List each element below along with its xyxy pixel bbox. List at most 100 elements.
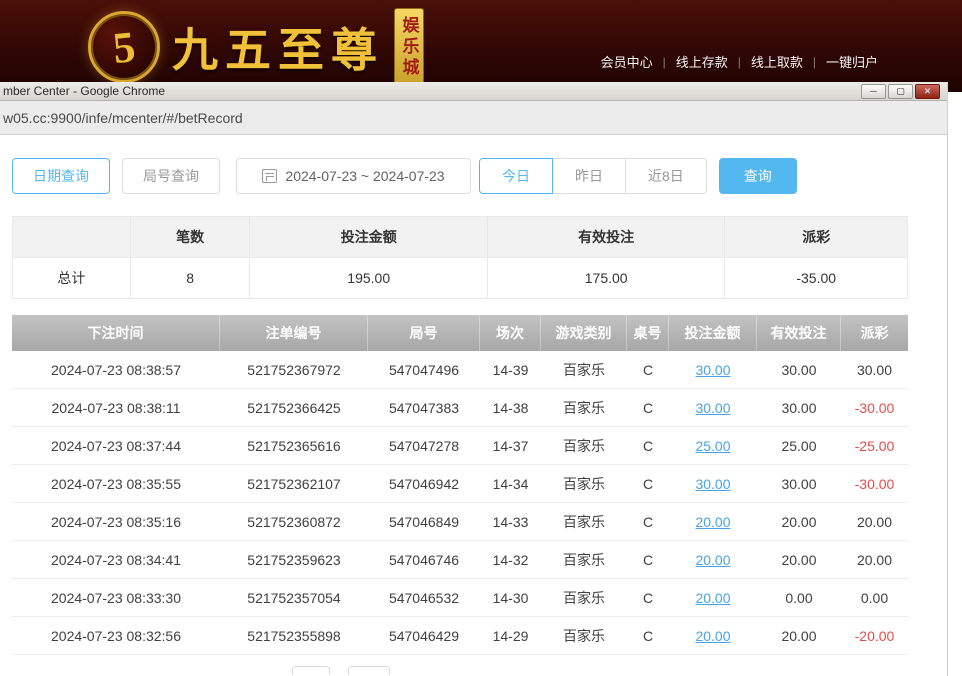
bet-amount-link[interactable]: 20.00 [695,628,730,644]
round-query-button[interactable]: 局号查询 [122,158,220,194]
game-type: 百家乐 [541,351,627,388]
valid-bet: 30.00 [757,351,841,388]
screen: 5 九五至尊 娱乐城 会员中心 | 线上存款 | 线上取款 | 一键归户 mbe… [0,0,962,676]
header-session: 场次 [480,315,541,351]
window-titlebar: mber Center - Google Chrome ─ ▢ ✕ [0,82,947,101]
bet-amount-cell: 25.00 [669,427,757,464]
bet-amount-cell: 20.00 [669,503,757,540]
valid-bet: 30.00 [757,465,841,502]
payout: -20.00 [841,617,908,654]
summary-header-row: 笔数 投注金额 有效投注 派彩 [13,217,907,258]
pagination-button[interactable] [348,666,390,675]
bet-amount-link[interactable]: 30.00 [695,362,730,378]
table-row: 2024-07-23 08:38:57 521752367972 5470474… [12,351,908,389]
bet-record-table: 下注时间 注单编号 局号 场次 游戏类别 桌号 投注金额 有效投注 派彩 202… [12,315,908,655]
round-number: 547046942 [368,465,480,502]
game-type: 百家乐 [541,427,627,464]
summary-header-blank [13,217,131,258]
payout: 20.00 [841,541,908,578]
payout: 30.00 [841,351,908,388]
table-row: 2024-07-23 08:33:30 521752357054 5470465… [12,579,908,617]
minimize-icon[interactable]: ─ [861,84,886,99]
today-button[interactable]: 今日 [479,158,553,194]
session: 14-33 [480,503,541,540]
payout: -25.00 [841,427,908,464]
valid-bet: 20.00 [757,541,841,578]
top-nav: 会员中心 | 线上存款 | 线上取款 | 一键归户 [601,52,878,71]
bet-amount-link[interactable]: 20.00 [695,590,730,606]
session: 14-38 [480,389,541,426]
table-number: C [627,351,669,388]
table-number: C [627,427,669,464]
maximize-icon[interactable]: ▢ [888,84,913,99]
bet-amount-cell: 30.00 [669,465,757,502]
session: 14-34 [480,465,541,502]
table-number: C [627,579,669,616]
last-8-days-button[interactable]: 近8日 [625,158,707,194]
order-number: 521752362107 [220,465,368,502]
summary-header-count: 笔数 [131,217,251,258]
payout: -30.00 [841,389,908,426]
search-button[interactable]: 查询 [719,158,797,194]
round-number: 547047496 [368,351,480,388]
bet-time: 2024-07-23 08:34:41 [12,541,220,578]
site-header: 5 九五至尊 娱乐城 会员中心 | 线上存款 | 线上取款 | 一键归户 [0,0,962,92]
table-number: C [627,389,669,426]
bet-amount-cell: 30.00 [669,389,757,426]
nav-online-deposit[interactable]: 线上存款 [676,52,728,71]
bet-amount-link[interactable]: 30.00 [695,400,730,416]
round-number: 547046429 [368,617,480,654]
bet-amount-link[interactable]: 25.00 [695,438,730,454]
bet-time: 2024-07-23 08:38:57 [12,351,220,388]
summary-header-valid: 有效投注 [488,217,725,258]
close-icon[interactable]: ✕ [915,84,940,99]
valid-bet: 25.00 [757,427,841,464]
header-game-type: 游戏类别 [541,315,627,351]
date-query-button[interactable]: 日期查询 [12,158,110,194]
summary-valid-bet: 175.00 [488,258,725,298]
game-type: 百家乐 [541,541,627,578]
order-number: 521752357054 [220,579,368,616]
logo-coin-icon: 5 [88,11,160,83]
header-bet-time: 下注时间 [12,315,220,351]
bet-table-header: 下注时间 注单编号 局号 场次 游戏类别 桌号 投注金额 有效投注 派彩 [12,315,908,351]
session: 14-29 [480,617,541,654]
bet-amount-cell: 20.00 [669,617,757,654]
logo-title: 九五至尊 [172,14,384,80]
game-type: 百家乐 [541,389,627,426]
session: 14-39 [480,351,541,388]
header-bet-amount: 投注金额 [669,315,757,351]
nav-one-key-transfer[interactable]: 一键归户 [826,52,878,71]
table-number: C [627,541,669,578]
yesterday-button[interactable]: 昨日 [552,158,626,194]
bet-time: 2024-07-23 08:37:44 [12,427,220,464]
table-row: 2024-07-23 08:38:11 521752366425 5470473… [12,389,908,427]
bet-time: 2024-07-23 08:35:16 [12,503,220,540]
address-bar[interactable]: w05.cc:9900/infe/mcenter/#/betRecord [0,101,947,135]
table-number: C [627,465,669,502]
table-number: C [627,617,669,654]
table-row: 2024-07-23 08:34:41 521752359623 5470467… [12,541,908,579]
round-number: 547047383 [368,389,480,426]
valid-bet: 0.00 [757,579,841,616]
summary-count: 8 [131,258,251,298]
game-type: 百家乐 [541,503,627,540]
member-center-content: 日期查询 局号查询 2024-07-23 ~ 2024-07-23 今日 昨日 … [0,135,947,675]
pagination-button[interactable] [292,666,330,675]
window-controls: ─ ▢ ✕ [861,84,940,99]
table-number: C [627,503,669,540]
bet-amount-link[interactable]: 20.00 [695,514,730,530]
table-row: 2024-07-23 08:35:55 521752362107 5470469… [12,465,908,503]
nav-member-center[interactable]: 会员中心 [601,52,653,71]
summary-payout: -35.00 [725,258,907,298]
bet-amount-link[interactable]: 30.00 [695,476,730,492]
order-number: 521752355898 [220,617,368,654]
nav-online-withdraw[interactable]: 线上取款 [751,52,803,71]
header-payout: 派彩 [841,315,908,351]
nav-separator: | [813,55,816,69]
date-range-input[interactable]: 2024-07-23 ~ 2024-07-23 [236,158,471,194]
header-table-number: 桌号 [627,315,669,351]
table-row: 2024-07-23 08:37:44 521752365616 5470472… [12,427,908,465]
bet-amount-link[interactable]: 20.00 [695,552,730,568]
valid-bet: 20.00 [757,503,841,540]
